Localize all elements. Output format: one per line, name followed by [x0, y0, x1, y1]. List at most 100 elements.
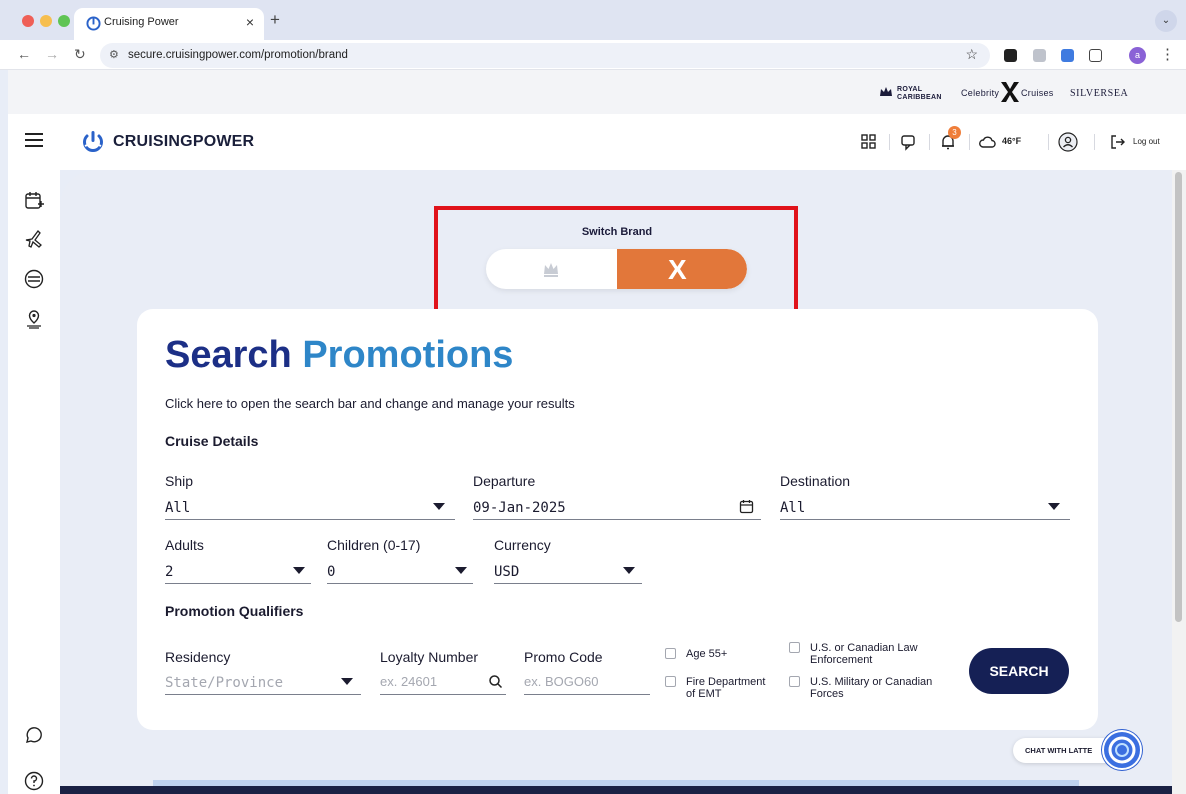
scrollbar-thumb[interactable] [1175, 172, 1182, 622]
header-divider [1048, 134, 1049, 150]
celebrity-x-logo-icon [1001, 82, 1019, 102]
open-search-bar-link[interactable]: Click here to open the search bar and ch… [165, 396, 575, 411]
celebrity-x-icon: X [668, 254, 687, 285]
calendar-add-icon[interactable] [23, 190, 45, 212]
window-close-button[interactable] [22, 15, 34, 27]
location-pin-icon[interactable] [23, 308, 45, 330]
apps-grid-icon[interactable] [859, 132, 879, 152]
page-title: Search Promotions [165, 334, 513, 377]
age-55-checkbox[interactable] [665, 648, 676, 659]
title-part-promotions: Promotions [302, 334, 514, 376]
promo-code-label: Promo Code [524, 649, 603, 665]
sidepanel-extension-icon[interactable] [1061, 49, 1074, 62]
new-tab-button[interactable]: + [270, 10, 280, 30]
field-underline [380, 694, 506, 695]
camera-extension-icon[interactable] [1033, 49, 1046, 62]
browser-tab[interactable]: Cruising Power × [74, 8, 264, 40]
departure-label: Departure [473, 473, 536, 489]
chevron-down-icon [341, 678, 353, 685]
celebrity-logo-right[interactable]: Cruises [1021, 88, 1054, 98]
currency-label: Currency [494, 537, 551, 553]
bookmark-star-icon[interactable]: ☆ [965, 46, 978, 63]
address-bar[interactable]: ⚙ secure.cruisingpower.com/promotion/bra… [100, 43, 990, 68]
royal-caribbean-logo[interactable]: ROYAL CARIBBEAN [897, 86, 947, 102]
currency-select[interactable]: USD [494, 560, 642, 584]
url-text[interactable]: secure.cruisingpower.com/promotion/brand [128, 49, 348, 61]
field-underline [524, 694, 650, 695]
destination-select[interactable]: All [780, 496, 1070, 520]
logout-link[interactable]: Log out [1133, 137, 1160, 146]
cruisingpower-favicon-icon [86, 16, 101, 31]
search-button[interactable]: SEARCH [969, 648, 1069, 694]
left-rail [8, 170, 60, 794]
window-zoom-button[interactable] [58, 15, 70, 27]
brand-strip: ROYAL CARIBBEAN Celebrity Cruises SILVER… [8, 70, 1186, 114]
royal-caribbean-brand-option[interactable] [486, 249, 617, 289]
notification-badge: 3 [948, 126, 961, 139]
silversea-logo[interactable]: SILVERSEA [1070, 88, 1128, 99]
hamburger-menu-icon[interactable] [25, 133, 43, 147]
loyalty-number-label: Loyalty Number [380, 649, 479, 665]
extension-icon[interactable] [1004, 49, 1017, 62]
weather-temperature: 46°F [1002, 136, 1022, 146]
cloud-weather-icon [979, 136, 996, 148]
header-divider [889, 134, 890, 150]
royal-caribbean-crown-icon [880, 87, 892, 96]
reload-icon[interactable]: ↻ [74, 46, 86, 63]
puzzle-extensions-icon[interactable] [1089, 49, 1102, 62]
adults-value: 2 [165, 564, 174, 580]
promo-code-input[interactable]: ex. BOGO60 [524, 671, 650, 695]
tab-search-button[interactable]: ⌄ [1155, 10, 1177, 32]
footer-dark-band [60, 786, 1172, 794]
destination-label: Destination [780, 473, 851, 489]
fire-department-line1: Fire Department [686, 676, 766, 688]
celebrity-logo-left[interactable]: Celebrity [961, 88, 999, 98]
title-part-search: Search [165, 334, 292, 376]
back-arrow-icon[interactable]: ← [17, 46, 31, 62]
celebrity-brand-option[interactable]: X [617, 249, 747, 289]
cruisingpower-logo[interactable]: CRUISINGPOWER [81, 130, 254, 154]
cruisingpower-power-icon [83, 131, 103, 152]
chevron-down-icon [623, 567, 635, 574]
chat-assistant-avatar[interactable] [1101, 729, 1143, 771]
military-checkbox[interactable] [789, 676, 800, 687]
chat-bubble-icon[interactable] [23, 726, 45, 748]
fire-department-emt-checkbox[interactable] [665, 676, 676, 687]
law-enforcement-line2: Enforcement [810, 654, 873, 666]
field-underline [473, 519, 761, 520]
tab-close-icon[interactable]: × [246, 14, 254, 30]
airplane-icon[interactable] [23, 228, 45, 250]
cruise-promotions-icon[interactable] [23, 268, 45, 290]
chevron-down-icon [455, 567, 467, 574]
departure-date-field[interactable]: 09-Jan-2025 [473, 496, 761, 520]
residency-label: Residency [165, 649, 231, 665]
chevron-down-icon [1048, 503, 1060, 510]
header-divider [969, 134, 970, 150]
ship-select[interactable]: All [165, 496, 455, 520]
site-settings-icon[interactable]: ⚙ [109, 48, 119, 61]
forward-arrow-icon[interactable]: → [45, 46, 59, 62]
logout-icon[interactable] [1108, 132, 1128, 152]
fire-department-line2: of EMT [686, 688, 722, 700]
adults-select[interactable]: 2 [165, 560, 311, 584]
children-value: 0 [327, 564, 336, 580]
children-select[interactable]: 0 [327, 560, 473, 584]
residency-select[interactable]: State/Province [165, 671, 361, 695]
header-divider [929, 134, 930, 150]
profile-avatar[interactable]: a [1129, 47, 1146, 64]
field-underline [165, 519, 455, 520]
search-icon[interactable] [488, 674, 503, 689]
law-enforcement-checkbox[interactable] [789, 642, 800, 653]
user-account-icon[interactable] [1058, 132, 1078, 152]
field-underline [165, 583, 311, 584]
tab-title: Cruising Power [104, 16, 179, 28]
promotion-qualifiers-heading: Promotion Qualifiers [165, 603, 304, 619]
cruise-details-heading: Cruise Details [165, 433, 259, 449]
window-minimize-button[interactable] [40, 15, 52, 27]
browser-menu-icon[interactable]: ⋮ [1160, 45, 1175, 63]
military-line1: U.S. Military or Canadian [810, 676, 933, 688]
calendar-icon[interactable] [739, 499, 754, 514]
help-icon[interactable] [23, 770, 45, 792]
loyalty-number-input[interactable]: ex. 24601 [380, 671, 506, 695]
messages-icon[interactable] [899, 132, 919, 152]
